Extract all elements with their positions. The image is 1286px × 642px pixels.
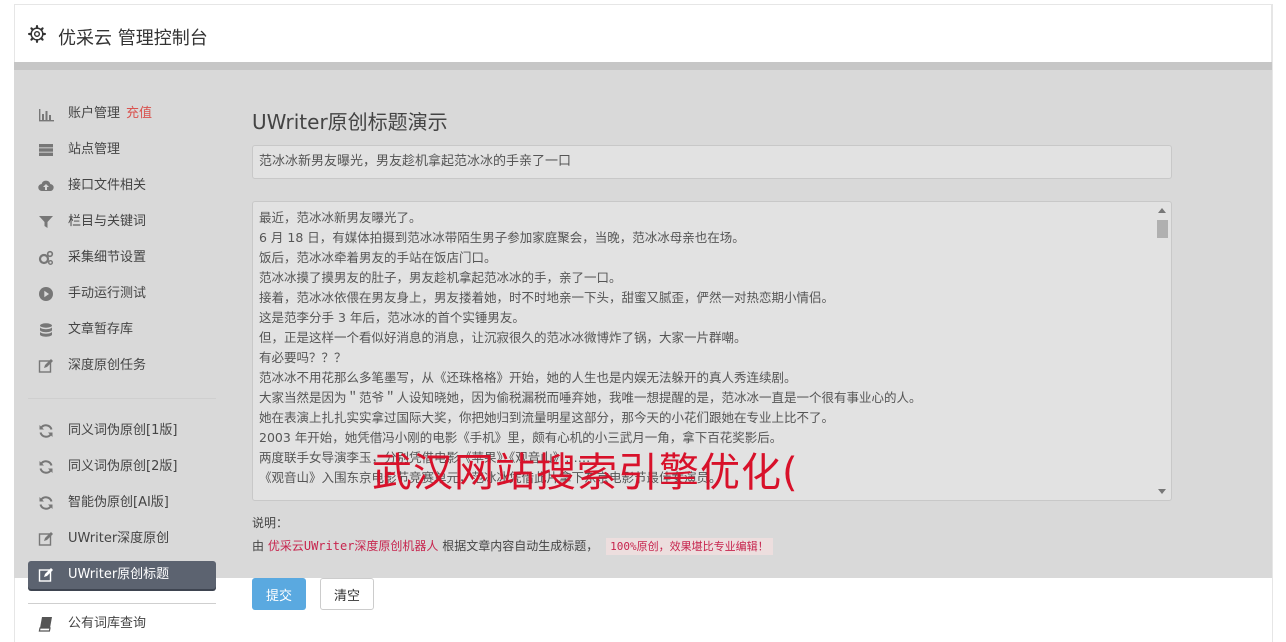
sidebar-divider — [28, 603, 216, 604]
right-border — [1272, 4, 1273, 642]
submit-button[interactable]: 提交 — [252, 578, 306, 610]
sidebar-item-label: 栏目与关键词 — [68, 214, 147, 229]
filter-icon — [39, 216, 53, 228]
generated-title-field[interactable]: 范冰冰新男友曝光，男友趁机拿起范冰冰的手亲了一口 — [252, 145, 1172, 179]
sidebar-item-collect-settings[interactable]: 采集细节设置 — [28, 240, 216, 276]
sidebar-item-manual-run[interactable]: 手动运行测试 — [28, 276, 216, 312]
sidebar-item-columns[interactable]: 栏目与关键词 — [28, 204, 216, 240]
sidebar-item-label: 深度原创任务 — [68, 358, 147, 373]
sidebar-item-deep-original[interactable]: 深度原创任务 — [28, 348, 216, 384]
content-line: 最近，范冰冰新男友曝光了。 — [259, 210, 422, 225]
overlay-top-strip — [14, 62, 1272, 70]
content-line: 她在表演上扎扎实实拿过国际大奖，你把她归到流量明星这部分，那今天的小花们跟她在专… — [259, 410, 835, 425]
content-line: 6 月 18 日，有媒体拍摄到范冰冰带陌生男子参加家庭聚会，当晚，范冰冰母亲也在… — [259, 230, 745, 245]
sidebar-nav: 账户管理 充值 站点管理 接口文件相关 栏目与关键词 采集细节设置 手动运行测试 … — [28, 96, 216, 618]
sidebar-divider — [28, 398, 216, 399]
edit-icon — [38, 532, 53, 546]
sidebar-item-ai-rewrite[interactable]: 智能伪原创[AI版] — [28, 485, 216, 521]
sidebar-item-article-store[interactable]: 文章暂存库 — [28, 312, 216, 348]
content-line: 范冰冰摸了摸男友的肚子，男友趁机拿起范冰冰的手，亲了一口。 — [259, 270, 622, 285]
content-line: 范冰冰不用花那么多笔墨写，从《还珠格格》开始，她的人生也是内娱无法躲开的真人秀连… — [259, 370, 797, 385]
sidebar-item-label: UWriter深度原创 — [68, 531, 170, 546]
sidebar-item-label: 智能伪原创[AI版] — [68, 495, 169, 510]
sidebar-item-label: 采集细节设置 — [68, 250, 147, 265]
cloud-upload-icon — [38, 180, 54, 192]
sidebar-item-synonym-v1[interactable]: 同义词伪原创[1版] — [28, 413, 216, 449]
book-icon — [38, 617, 52, 632]
uwriter-robot-link[interactable]: 优采云UWriter深度原创机器人 — [268, 539, 439, 553]
content-line: 饭后，范冰冰牵着男友的手站在饭店门口。 — [259, 250, 497, 265]
left-border — [14, 578, 15, 642]
content-line: 大家当然是因为＂范爷＂人设知晓她，因为偷税漏税而唾弃她，我唯一想提醒的是，范冰冰… — [259, 390, 922, 405]
sidebar-item-label: 同义词伪原创[1版] — [68, 423, 178, 438]
content-line: 这是范李分手 3 年后，范冰冰的首个实锤男友。 — [259, 310, 525, 325]
description-label: 说明： — [252, 516, 289, 530]
sidebar-item-label: 同义词伪原创[2版] — [68, 459, 178, 474]
top-header: 优采云 管理控制台 — [14, 4, 1272, 62]
scroll-up-icon[interactable] — [1158, 208, 1166, 213]
app-title: 优采云 管理控制台 — [58, 28, 208, 49]
content-line: 接着，范冰冰依偎在男友身上，男友搂着她，时不时地亲一下头，甜蜜又腻歪，俨然一对热… — [259, 290, 835, 305]
sidebar-item-uwriter-title[interactable]: UWriter原创标题 — [28, 561, 216, 589]
recharge-link[interactable]: 充值 — [126, 106, 152, 121]
sidebar-item-interface[interactable]: 接口文件相关 — [28, 168, 216, 204]
database-icon — [40, 323, 52, 337]
edit-icon — [38, 359, 53, 373]
sidebar-item-sites[interactable]: 站点管理 — [28, 132, 216, 168]
edit-icon — [38, 568, 53, 582]
content-line: 有必要吗？？？ — [259, 350, 347, 365]
sidebar-item-label: 手动运行测试 — [68, 286, 147, 301]
gear-icon — [28, 25, 46, 43]
scrollbar-thumb[interactable] — [1157, 220, 1168, 238]
sidebar-item-public-lexicon[interactable]: 公有词库查询 — [28, 606, 216, 642]
refresh-icon — [39, 496, 53, 510]
description-prefix: 由 — [252, 539, 265, 553]
play-icon — [39, 287, 53, 301]
clear-button[interactable]: 清空 — [320, 578, 374, 610]
sidebar-item-label: UWriter原创标题 — [68, 567, 170, 582]
vertical-scrollbar[interactable] — [1155, 204, 1169, 498]
watermark-text: 武汉网站搜索引擎优化( — [372, 450, 799, 496]
sidebar-item-uwriter-deep[interactable]: UWriter深度原创 — [28, 521, 216, 557]
original-badge: 100%原创，效果堪比专业编辑！ — [606, 538, 773, 555]
sidebar-item-label: 文章暂存库 — [68, 322, 134, 337]
description-text: 由 优采云UWriter深度原创机器人 根据文章内容自动生成标题， 100%原创… — [252, 537, 773, 555]
sidebar-nav-bottom: 公有词库查询 — [28, 606, 216, 642]
sidebar-item-label: 账户管理 — [68, 106, 121, 121]
refresh-icon — [39, 460, 53, 474]
scroll-down-icon[interactable] — [1158, 489, 1166, 494]
description-middle: 根据文章内容自动生成标题， — [442, 539, 599, 553]
gears-icon — [38, 250, 54, 265]
sidebar-item-label: 接口文件相关 — [68, 178, 147, 193]
content-line: 但，正是这样一个看似好消息的消息，让沉寂很久的范冰冰微博炸了锅，大家一片群嘲。 — [259, 330, 747, 345]
sidebar-item-synonym-v2[interactable]: 同义词伪原创[2版] — [28, 449, 216, 485]
sidebar-item-label: 公有词库查询 — [68, 616, 147, 631]
sidebar-item-account[interactable]: 账户管理 充值 — [28, 96, 216, 132]
server-icon — [39, 144, 53, 156]
page-title: UWriter原创标题演示 — [252, 110, 448, 134]
sidebar-item-label: 站点管理 — [68, 142, 121, 157]
bar-chart-icon — [39, 109, 54, 122]
refresh-icon — [39, 424, 53, 438]
